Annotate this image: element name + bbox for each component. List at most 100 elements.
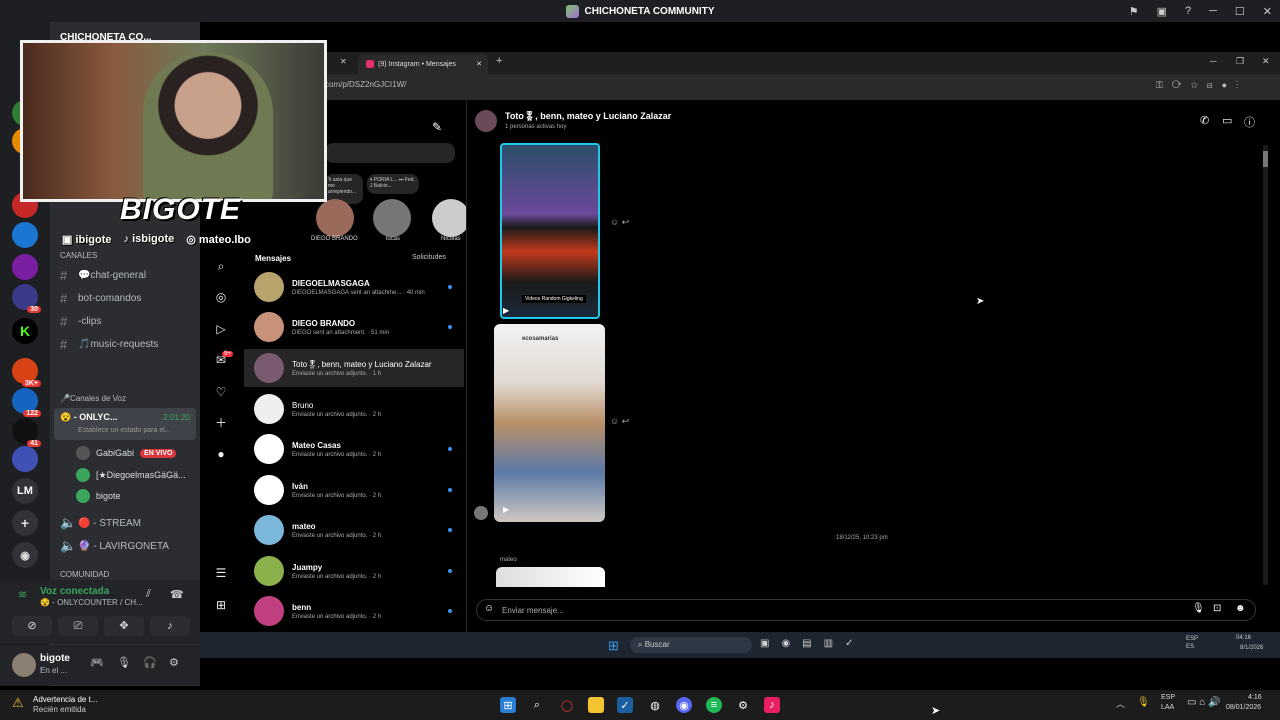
voice-connected-channel[interactable]: 😵 - ONLYCOUNTER / CH...	[40, 598, 143, 607]
story-avatar[interactable]	[316, 199, 354, 237]
compose-icon[interactable]: ✎	[432, 120, 442, 134]
language-indicator[interactable]: ESP ES	[1186, 635, 1198, 651]
react-icon[interactable]: ☺ ↩	[610, 416, 629, 427]
dm-item[interactable]: Iván Enviaste un archivo adjunto. · 2 h	[254, 471, 464, 509]
warning-icon[interactable]: ⚠	[12, 695, 24, 711]
tray-icons[interactable]: ▭ ⌂ 🔊	[1187, 697, 1221, 708]
server-icon[interactable]: 122	[12, 388, 41, 417]
chevron-up-icon[interactable]: ︿	[1116, 697, 1125, 710]
gamepad-icon[interactable]: 🎮	[90, 656, 104, 669]
voice-channel-lavirgoneta[interactable]: 🔈 🔮 - LAVIRGONETA	[60, 538, 169, 554]
requests-link[interactable]: Solicitudes	[412, 254, 446, 261]
community-category[interactable]: COMUNIDAD	[60, 570, 109, 579]
headphones-icon[interactable]: 🎧	[143, 656, 157, 669]
conversation-title[interactable]: Toto🎖, benn, mateo y Luciano Zalazar	[505, 111, 671, 122]
phone-icon[interactable]: ✆	[1200, 114, 1209, 127]
app-icon[interactable]: ◍	[647, 697, 663, 713]
dm-item[interactable]: Juampy Enviaste un archivo adjunto. · 2 h	[254, 552, 464, 590]
react-icon[interactable]: ☺ ↩	[610, 217, 629, 228]
server-icon-k[interactable]: K	[12, 318, 38, 344]
voice-user[interactable]: bigote	[76, 489, 121, 503]
activities-button[interactable]: ✥	[104, 616, 144, 636]
dm-item[interactable]: Bruno Enviaste un archivo adjunto. · 2 h	[254, 390, 464, 428]
scrollbar[interactable]	[1263, 145, 1268, 585]
menu-icon[interactable]: ☰	[214, 566, 228, 580]
avatar[interactable]	[12, 653, 36, 677]
server-icon-lm[interactable]: LM	[12, 478, 38, 504]
profile-avatar[interactable]: ●	[214, 447, 228, 461]
windows-start-icon[interactable]: ⊞	[500, 697, 516, 713]
server-icon[interactable]: 30	[12, 284, 41, 313]
story-avatar[interactable]	[432, 199, 470, 237]
channel-bot-comandos[interactable]: # bot-comandos	[60, 291, 141, 306]
disconnect-icon[interactable]: ☎	[170, 588, 184, 601]
search-icon[interactable]: ⌕	[214, 259, 228, 273]
image-icon[interactable]: ⊡	[1213, 603, 1221, 614]
create-icon[interactable]: ＋	[214, 416, 228, 430]
dm-item[interactable]: mateo Enviaste un archivo adjunto. · 2 h	[254, 511, 464, 549]
file-explorer-icon[interactable]	[588, 697, 604, 713]
dm-search-input[interactable]	[325, 143, 455, 163]
voice-channel-stream[interactable]: 🔈 🔴 - STREAM	[60, 515, 141, 531]
info-icon[interactable]: ⓘ	[1244, 114, 1255, 130]
browser-minimize[interactable]: ─	[1210, 56, 1216, 66]
search-icon[interactable]: ⌕	[529, 697, 545, 713]
server-icon[interactable]	[12, 254, 38, 280]
mic-icon[interactable]: 🎙	[117, 656, 131, 669]
add-server-icon[interactable]: +	[12, 510, 38, 536]
server-icon[interactable]	[12, 222, 38, 248]
windows-start-icon[interactable]: ⊞	[608, 638, 619, 654]
dm-item-selected[interactable]: Toto🎖, benn, mateo y Luciano Zalazar Envi…	[244, 349, 464, 387]
message-input[interactable]	[476, 599, 1256, 621]
settings-gear-icon[interactable]: ⚙	[735, 697, 751, 713]
noise-suppression-icon[interactable]: ⫽	[146, 588, 151, 601]
server-icon[interactable]: 3K+	[12, 358, 41, 387]
signal-icon[interactable]: ≋	[18, 588, 27, 601]
sticker-icon[interactable]: ☻	[1235, 603, 1246, 614]
taskbar-apps[interactable]: ▣◉▤▥✓	[760, 638, 865, 649]
taskbar-search[interactable]: ⌕ Buscar	[630, 637, 752, 653]
mic-tray-icon[interactable]: 🎙	[1137, 697, 1150, 708]
spotify-icon[interactable]: ≡	[706, 697, 722, 713]
dm-item[interactable]: Mateo Casas Enviaste un archivo adjunto. …	[254, 430, 464, 468]
channel-music-requests[interactable]: # 🎵music-requests	[60, 337, 158, 352]
meta-apps-icon[interactable]: ⊞	[214, 598, 228, 612]
browser-tab-instagram[interactable]: (9) Instagram • Mensajes ✕	[358, 54, 488, 74]
shared-reel[interactable]	[494, 324, 605, 522]
notification-title[interactable]: Advertencia de t...	[33, 695, 97, 704]
minimize-button[interactable]: ─	[1209, 5, 1217, 17]
opera-icon[interactable]: ◯	[559, 697, 575, 713]
discord-icon[interactable]: ◉	[676, 697, 692, 713]
emoji-icon[interactable]: ☺	[484, 603, 494, 614]
heart-icon[interactable]: ♡	[214, 385, 228, 399]
inbox-flag-icon[interactable]: ⚑	[1129, 5, 1139, 18]
screen-share-button[interactable]: ⎚	[58, 616, 98, 636]
soundboard-button[interactable]: ♪	[150, 616, 190, 636]
shared-video[interactable]	[500, 143, 600, 319]
shared-media-preview[interactable]	[496, 567, 605, 587]
channel-clips[interactable]: # -clips	[60, 314, 101, 329]
browser-toolbar-icons[interactable]: ⚿⟳☆⊟●⋮	[1156, 80, 1247, 91]
note-bubble[interactable]: ⏸ PORIA L... ⏭ Fed, J Balvin...	[367, 174, 419, 194]
voice-user[interactable]: GabiGabi EN VIVO	[76, 446, 177, 460]
channel-chat-general[interactable]: # 💬chat-general	[60, 268, 146, 283]
tiktok-app-icon[interactable]: ♪	[764, 697, 780, 713]
dm-item[interactable]: DIEGO BRANDO DIEGO sent an attachment. · …	[254, 308, 464, 346]
browser-maximize[interactable]: ❐	[1236, 56, 1244, 67]
maximize-button[interactable]: ☐	[1235, 5, 1245, 18]
steam-icon[interactable]: ✓	[617, 697, 633, 713]
close-button[interactable]: ✕	[1263, 5, 1272, 18]
dm-item[interactable]: DIEGOELMASGAGA DIEGOELMASGAGA sent an att…	[254, 268, 464, 306]
camera-off-button[interactable]: ⊘	[12, 616, 52, 636]
url-text[interactable]: com/p/DSZ2nGJCI1W/	[325, 80, 406, 89]
group-avatar[interactable]	[475, 110, 497, 132]
explore-icon[interactable]: ◎	[214, 290, 228, 304]
video-call-icon[interactable]: ▭	[1222, 114, 1232, 127]
tab-close-icon[interactable]: ✕	[476, 60, 482, 68]
voice-category[interactable]: 🎤Canales de Voz	[60, 394, 126, 403]
channel-category[interactable]: CANALES	[60, 251, 97, 260]
monitor-icon[interactable]: ▣	[1157, 5, 1167, 18]
language-indicator-bottom[interactable]: LAA	[1161, 704, 1174, 711]
server-icon[interactable]: 41	[12, 418, 41, 447]
settings-gear-icon[interactable]: ⚙	[169, 656, 179, 669]
